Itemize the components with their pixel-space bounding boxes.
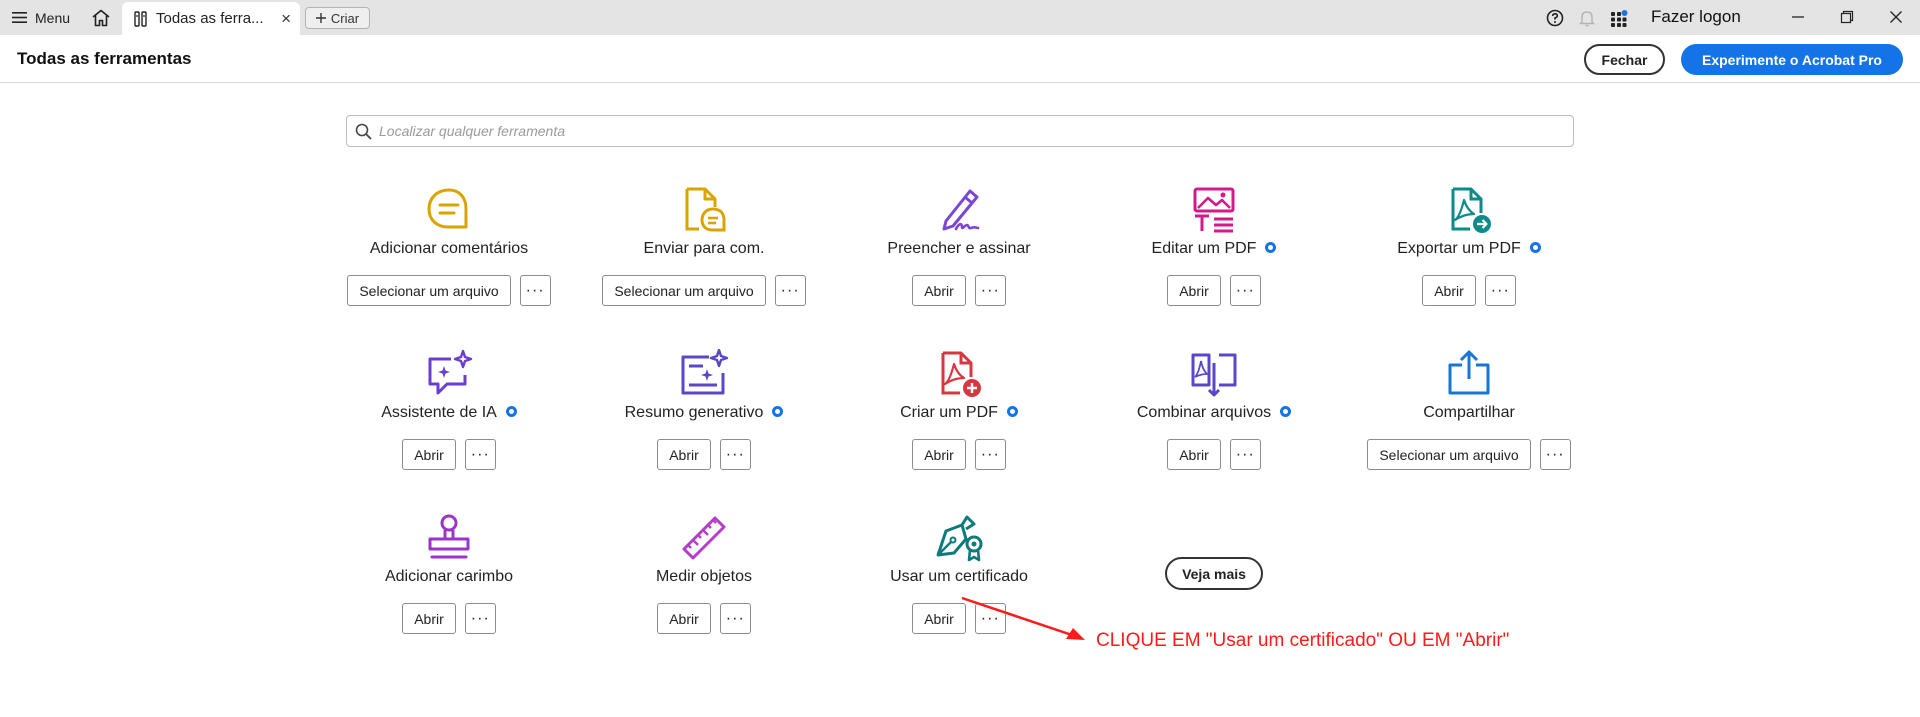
open-button[interactable]: Abrir — [1422, 275, 1476, 306]
home-icon — [92, 9, 110, 27]
tool-card: Enviar para com. Selecionar um arquivo ·… — [594, 185, 814, 335]
select-file-button[interactable]: Selecionar um arquivo — [1367, 439, 1531, 470]
open-button[interactable]: Abrir — [912, 275, 966, 306]
tool-card: Editar um PDF Abrir ··· — [1104, 185, 1324, 335]
generative-summary-icon — [681, 349, 729, 395]
tab-label: Todas as ferra... — [156, 10, 264, 27]
stamp-icon — [428, 514, 470, 559]
tool-name[interactable]: Preencher e assinar — [849, 240, 1069, 258]
tool-card: Medir objetos Abrir ··· — [594, 513, 814, 663]
pro-feature-icon — [1265, 242, 1277, 253]
create-pdf-icon — [941, 351, 981, 397]
more-options-button[interactable]: ··· — [1229, 275, 1261, 306]
more-options-button[interactable]: ··· — [974, 439, 1006, 470]
page-header: Todas as ferramentas Fechar Experimente … — [0, 35, 1920, 83]
tool-name[interactable]: Combinar arquivos — [1104, 404, 1324, 422]
restore-icon[interactable] — [1833, 5, 1861, 29]
tool-card: Adicionar carimbo Abrir ··· — [339, 513, 559, 663]
certificate-icon — [936, 515, 983, 562]
tool-card: Resumo generativo Abrir ··· — [594, 349, 814, 499]
tool-card: Criar um PDF Abrir ··· — [849, 349, 1069, 499]
menu-label: Menu — [35, 9, 71, 26]
home-button[interactable] — [88, 6, 114, 30]
close-button[interactable]: Fechar — [1584, 44, 1665, 75]
bell-icon[interactable] — [1577, 8, 1597, 28]
ai-assistant-icon — [428, 349, 473, 395]
fill-sign-icon — [942, 189, 980, 231]
search-icon — [355, 123, 372, 140]
sign-in-link[interactable]: Fazer logon — [1651, 7, 1741, 27]
try-acrobat-pro-button[interactable]: Experimente o Acrobat Pro — [1681, 44, 1903, 75]
open-button[interactable]: Abrir — [657, 439, 711, 470]
pro-feature-icon — [1006, 406, 1018, 417]
tool-name[interactable]: Adicionar carimbo — [339, 568, 559, 586]
more-options-button[interactable]: ··· — [464, 603, 496, 634]
more-options-button[interactable]: ··· — [719, 603, 751, 634]
open-button[interactable]: Abrir — [402, 439, 456, 470]
open-button[interactable]: Abrir — [402, 603, 456, 634]
more-options-button[interactable]: ··· — [1484, 275, 1516, 306]
title-bar: Menu Todas as ferra... × Criar Fazer log… — [0, 0, 1920, 35]
page-title: Todas as ferramentas — [17, 49, 192, 68]
tool-name[interactable]: Resumo generativo — [594, 404, 814, 422]
share-icon — [1448, 350, 1490, 395]
tool-name[interactable]: Usar um certificado — [849, 568, 1069, 586]
plus-icon — [315, 13, 326, 23]
ruler-icon — [682, 516, 726, 560]
tool-card: Assistente de IA Abrir ··· — [339, 349, 559, 499]
tool-card: Exportar um PDF Abrir ··· — [1359, 185, 1579, 335]
more-options-button[interactable]: ··· — [464, 439, 496, 470]
comment-icon — [427, 188, 468, 229]
send-comment-icon — [685, 187, 726, 232]
edit-pdf-icon — [1193, 187, 1235, 233]
tool-name[interactable]: Assistente de IA — [339, 404, 559, 422]
tool-search — [346, 115, 1574, 147]
open-button[interactable]: Abrir — [1167, 275, 1221, 306]
more-options-button[interactable]: ··· — [719, 439, 751, 470]
tool-name[interactable]: Medir objetos — [594, 568, 814, 586]
tool-card: Adicionar comentários Selecionar um arqu… — [339, 185, 559, 335]
search-input[interactable] — [379, 120, 1559, 142]
tool-name[interactable]: Editar um PDF — [1104, 240, 1324, 258]
apps-grid-icon[interactable] — [1609, 8, 1629, 28]
export-pdf-icon — [1451, 187, 1491, 233]
see-more-button[interactable]: Veja mais — [1165, 557, 1263, 590]
new-tab-button[interactable]: Criar — [305, 7, 370, 29]
pro-feature-icon — [505, 406, 517, 417]
tool-card: Preencher e assinar Abrir ··· — [849, 185, 1069, 335]
new-tab-label: Criar — [330, 10, 360, 26]
help-icon[interactable] — [1545, 8, 1565, 28]
tool-name[interactable]: Criar um PDF — [849, 404, 1069, 422]
open-button[interactable]: Abrir — [657, 603, 711, 634]
minimize-icon[interactable] — [1784, 5, 1812, 29]
annotation-arrow — [961, 596, 1085, 640]
more-options-button[interactable]: ··· — [519, 275, 551, 306]
tool-name[interactable]: Adicionar comentários — [339, 240, 559, 258]
tools-tab-icon — [134, 10, 147, 27]
open-button[interactable]: Abrir — [912, 439, 966, 470]
close-icon[interactable] — [1882, 5, 1910, 29]
more-options-button[interactable]: ··· — [974, 275, 1006, 306]
tool-name[interactable]: Enviar para com. — [594, 240, 814, 258]
tool-name[interactable]: Compartilhar — [1359, 404, 1579, 422]
combine-files-icon — [1191, 353, 1237, 397]
annotation-note: CLIQUE EM "Usar um certificado" OU EM "A… — [1096, 630, 1510, 651]
more-options-button[interactable]: ··· — [774, 275, 806, 306]
menu-button[interactable]: Menu — [12, 0, 70, 35]
pro-feature-icon — [772, 406, 784, 417]
select-file-button[interactable]: Selecionar um arquivo — [602, 275, 766, 306]
select-file-button[interactable]: Selecionar um arquivo — [347, 275, 511, 306]
hamburger-icon — [12, 12, 27, 23]
more-options-button[interactable]: ··· — [1539, 439, 1571, 470]
pro-feature-icon — [1529, 242, 1541, 253]
tab-close-icon[interactable]: × — [281, 9, 291, 29]
tool-card: Combinar arquivos Abrir ··· — [1104, 349, 1324, 499]
tab-all-tools[interactable]: Todas as ferra... × — [122, 2, 300, 35]
open-button[interactable]: Abrir — [1167, 439, 1221, 470]
pro-feature-icon — [1280, 406, 1292, 417]
tool-name[interactable]: Exportar um PDF — [1359, 240, 1579, 258]
tool-card: Compartilhar Selecionar um arquivo ··· — [1359, 349, 1579, 499]
more-options-button[interactable]: ··· — [1229, 439, 1261, 470]
